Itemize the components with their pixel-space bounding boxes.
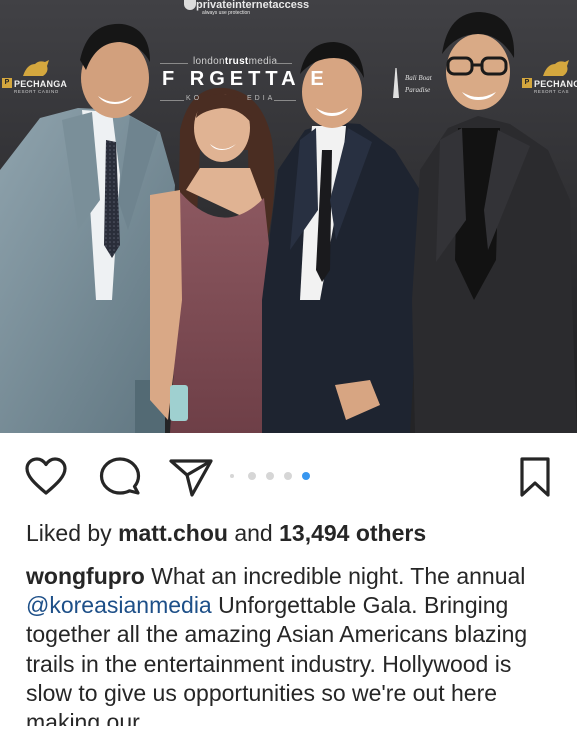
horse-logo-icon (543, 60, 569, 76)
bali-logo-icon (393, 68, 399, 98)
mention-link[interactable]: @koreasianmedia (26, 592, 212, 618)
carousel-dot (266, 472, 274, 480)
carousel-indicator (230, 470, 312, 482)
carousel-dot (284, 472, 292, 480)
divider (160, 100, 184, 101)
carousel-dot (248, 472, 256, 480)
likes-count-link[interactable]: 13,494 others (279, 520, 426, 546)
comment-bubble-icon[interactable] (98, 455, 142, 499)
author-username-link[interactable]: wongfupro (26, 563, 145, 589)
divider (274, 100, 296, 101)
bookmark-outline-icon[interactable] (517, 455, 553, 499)
resort-logo-right: P PECHANG RESORT CAS (522, 58, 577, 100)
gala-subtitle-left: KO (186, 95, 203, 102)
resort-subtitle: RESORT CAS (534, 89, 570, 94)
gala-subtitle-right: EDIA (247, 95, 276, 102)
post-caption: wongfupro What an incredible night. The … (26, 562, 558, 726)
resort-name: PECHANG (534, 79, 577, 89)
carousel-dot-active (302, 472, 310, 480)
media-logo: londontrustmedia (193, 56, 277, 67)
paper-plane-icon[interactable] (168, 455, 214, 499)
gala-title: F RGETTA E (162, 68, 329, 90)
resort-logo-left: P PECHANGA RESORT CASINO (2, 58, 68, 100)
sponsor-logo: privateinternetaccess always use protect… (196, 0, 309, 16)
media-logo-suffix: media (248, 56, 278, 67)
likes-summary[interactable]: Liked by matt.chou and 13,494 others (26, 520, 426, 547)
resort-subtitle: RESORT CASINO (14, 89, 59, 94)
liked-by-user-link[interactable]: matt.chou (118, 520, 228, 546)
caption-fade (0, 726, 577, 730)
media-logo-prefix: london (193, 56, 225, 67)
bali-logo-line-1: Bali Boat (405, 74, 432, 82)
divider (272, 63, 292, 64)
logo-mark-icon: P (522, 78, 532, 88)
bali-logo-line-2: Paradise (405, 86, 431, 94)
carousel-dot (230, 474, 234, 478)
horse-logo-icon (23, 60, 49, 76)
divider (160, 63, 188, 64)
bali-logo: Bali Boat Paradise (393, 64, 439, 106)
post-photo[interactable]: privateinternetaccess always use protect… (0, 0, 577, 433)
likes-prefix: Liked by (26, 520, 119, 546)
caption-text: What an incredible night. The annual (144, 563, 526, 589)
logo-mark-icon: P (2, 78, 12, 88)
media-logo-brand: trust (224, 56, 249, 67)
resort-name: PECHANGA (14, 79, 68, 89)
heart-outline-icon[interactable] (24, 455, 68, 499)
likes-connector: and (227, 520, 280, 546)
photo-scene (0, 0, 577, 433)
